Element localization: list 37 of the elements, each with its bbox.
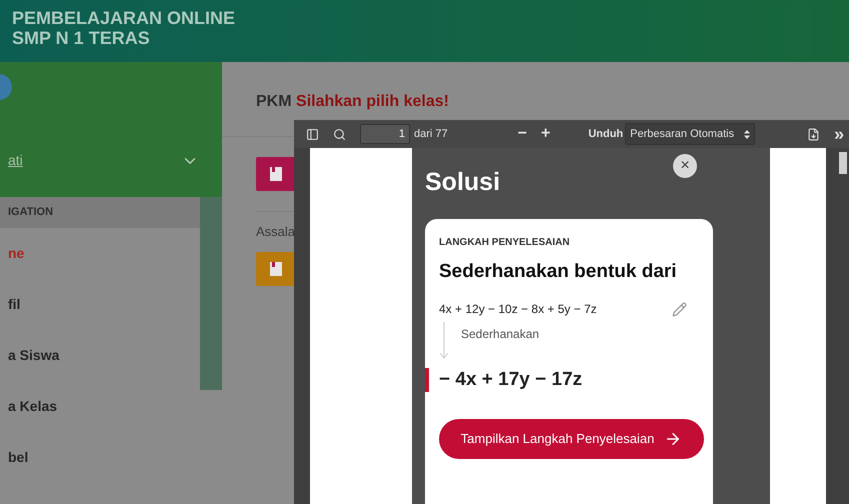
page-title: PKM Silahkan pilih kelas! (256, 92, 450, 112)
search-icon[interactable] (333, 128, 346, 140)
step-heading: Sederhanakan bentuk dari (439, 260, 678, 284)
step-name: Sederhanakan (461, 326, 540, 343)
down-arrow-icon (439, 322, 449, 360)
nav-item[interactable]: fil (0, 279, 200, 330)
nav-item[interactable]: a Kelas (0, 381, 200, 432)
more-tools-button[interactable]: » (834, 125, 844, 143)
class-button[interactable] (256, 252, 296, 286)
nav-item[interactable]: bel (0, 432, 200, 483)
select-arrows-icon (744, 130, 750, 138)
site-title: SMP N 1 TERAS (12, 28, 150, 48)
greeting-text: Assala (256, 223, 296, 241)
book-icon (270, 262, 282, 276)
page-number-field[interactable]: 1 (360, 124, 410, 144)
scrollbar-thumb[interactable] (200, 197, 222, 390)
nav-item[interactable]: a Siswa (0, 330, 200, 381)
zoom-out-button[interactable]: − (518, 122, 527, 146)
sidebar-toggle-icon[interactable] (306, 128, 319, 140)
class-button[interactable] (256, 157, 296, 191)
download-button[interactable]: Unduh (588, 126, 624, 142)
zoom-in-button[interactable]: + (540, 122, 550, 146)
book-icon (270, 167, 282, 181)
result-marker (425, 368, 429, 392)
zoom-select[interactable]: Perbesaran Otomatis (625, 123, 756, 145)
expression: 4x + 12y − 10z − 8x + 5y − 7z (439, 301, 597, 318)
scrollbar[interactable] (839, 152, 847, 174)
result-expression: − 4x + 17y − 17z (439, 368, 582, 392)
pencil-icon[interactable] (672, 302, 687, 316)
page-count: dari 77 (414, 126, 448, 142)
solution-title: Solusi (425, 167, 500, 198)
step-label: LANGKAH PENYELESAIAN (439, 236, 571, 250)
site-title: PEMBELAJARAN ONLINE (12, 8, 236, 28)
nav-heading: IGATION (8, 205, 54, 220)
document-download-icon[interactable] (807, 128, 820, 140)
close-button[interactable]: × (673, 154, 697, 178)
show-steps-button[interactable]: Tampilkan Langkah Penyelesaian (439, 418, 704, 458)
